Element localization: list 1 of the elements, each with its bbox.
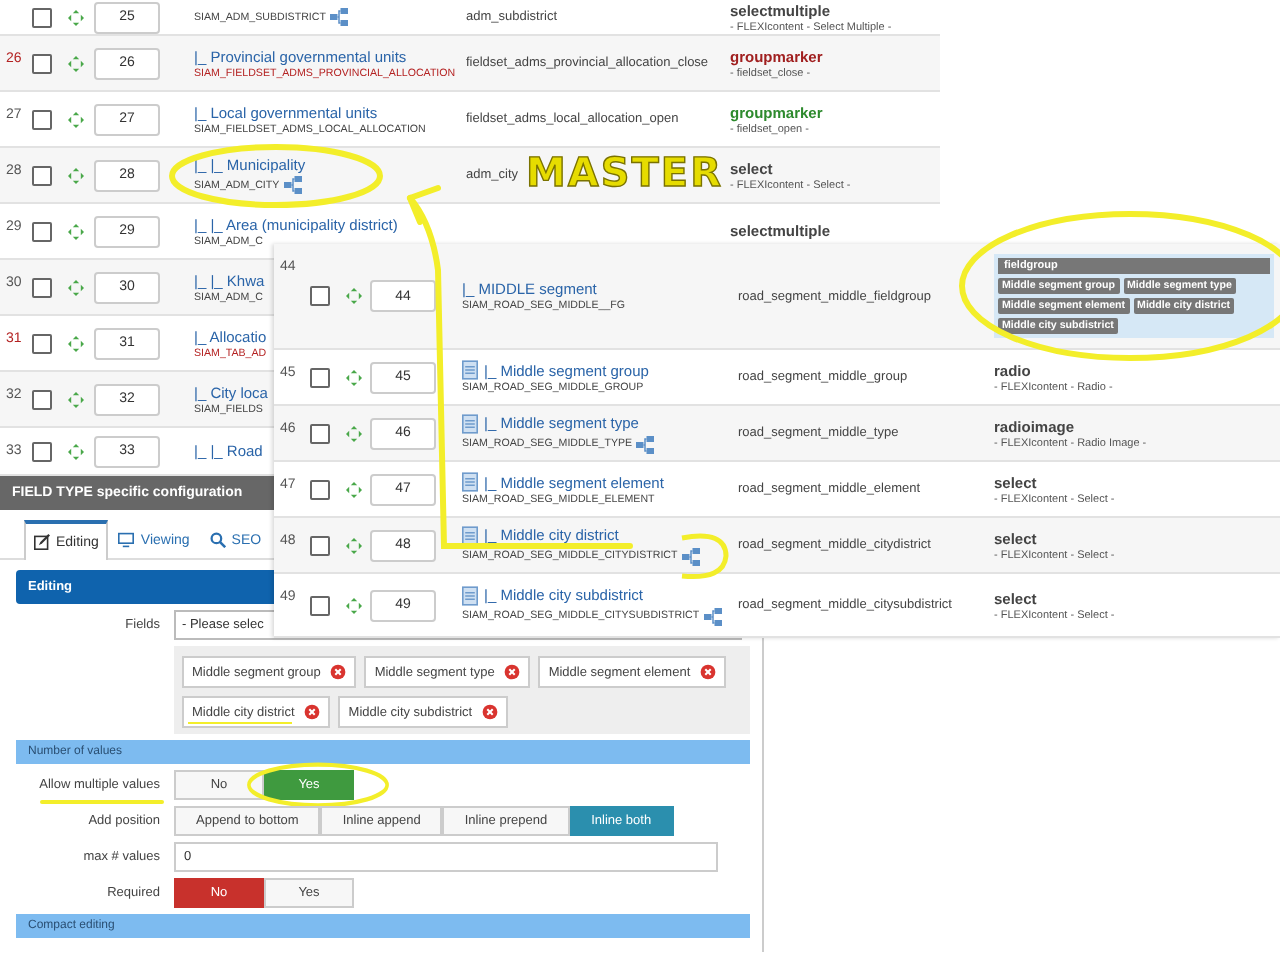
- handwritten-annotation: MASTER: [526, 148, 723, 196]
